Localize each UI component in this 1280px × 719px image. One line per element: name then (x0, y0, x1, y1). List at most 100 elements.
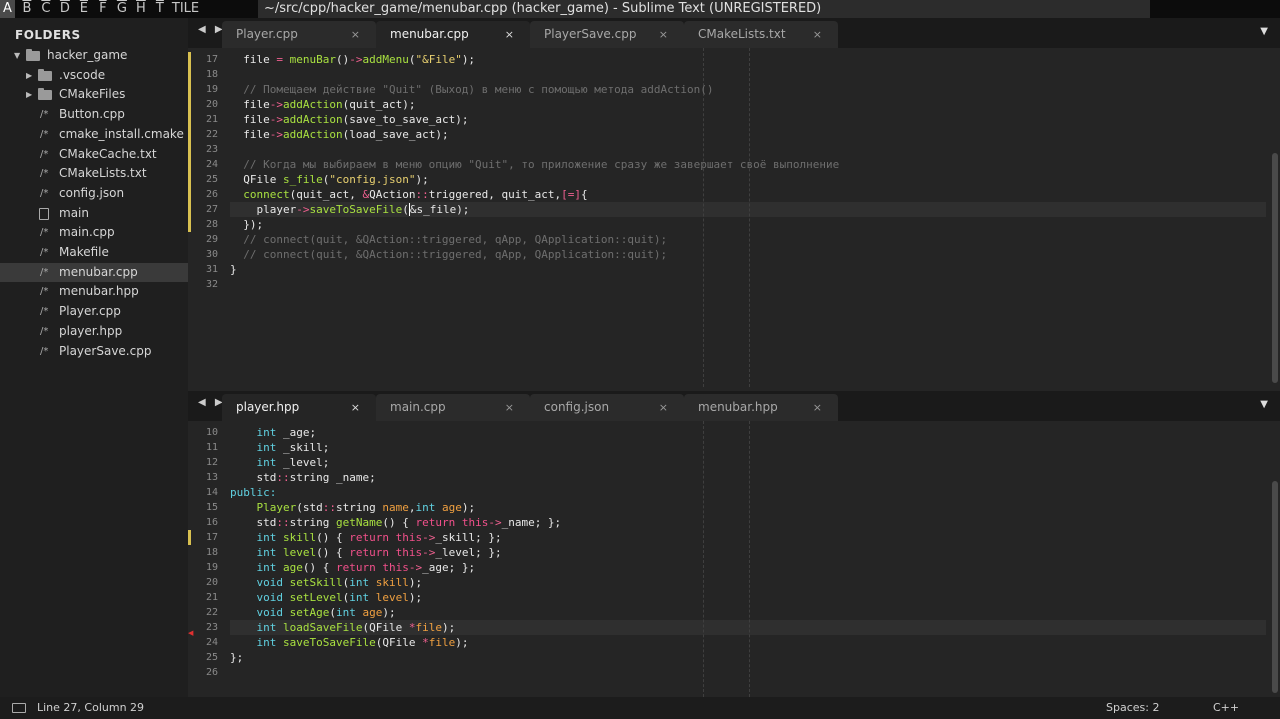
tab-menubar-cpp[interactable]: menubar.cpp × (376, 21, 530, 48)
code-line: } (230, 262, 237, 277)
code-token: getName (335, 516, 383, 529)
collapse-arrow-icon[interactable]: ▶ (26, 66, 32, 86)
code-token: return (349, 531, 389, 544)
tab-menubar-hpp[interactable]: menubar.hpp × (684, 394, 838, 421)
tab-player-cpp[interactable]: Player.cpp × (222, 21, 376, 48)
code-line: void setSkill(int skill); (230, 575, 423, 590)
panel-toggle-icon[interactable] (12, 703, 26, 713)
sidebar-item-player-cpp[interactable]: /* Player.cpp (0, 302, 188, 322)
code-line: int _skill; (230, 440, 330, 455)
tab-config-json[interactable]: config.json × (530, 394, 684, 421)
workspace-c[interactable]: C (39, 0, 53, 18)
indentation-setting[interactable]: Spaces: 2 (1106, 697, 1159, 719)
line-number-gutter: 10 11 12 13 14 15 16 17 18 19 20 21 22 23 24 25 26 ◀ (188, 421, 228, 697)
sidebar-item-cmakefiles[interactable]: ▶ CMakeFiles (0, 85, 188, 105)
modified-line-marker (188, 142, 191, 157)
code-token: int (256, 426, 277, 439)
sidebar-item-menubar-cpp[interactable]: /* menubar.cpp (0, 262, 188, 283)
code-token: _age; (276, 426, 317, 439)
code-line: }); (230, 217, 263, 232)
workspace-b[interactable]: B (20, 0, 34, 18)
workspace-h[interactable]: H (134, 0, 148, 18)
code-token: _name; }; (501, 516, 562, 529)
scrollbar[interactable] (1272, 153, 1278, 383)
sidebar-item-menubar-hpp[interactable]: /* menubar.hpp (0, 282, 188, 302)
code-line: int _age; (230, 425, 317, 440)
code-token: () { (316, 531, 350, 544)
sidebar-item-player-hpp[interactable]: /* player.hpp (0, 322, 188, 342)
close-icon[interactable]: × (813, 394, 822, 421)
workspace-tile[interactable]: TILE (172, 0, 199, 18)
sidebar-item-playersave-cpp[interactable]: /* PlayerSave.cpp (0, 342, 188, 362)
modified-line-marker (188, 67, 191, 82)
workspace-e[interactable]: E (77, 0, 91, 18)
syntax-setting[interactable]: C++ (1213, 697, 1239, 719)
code-token: file (230, 53, 277, 66)
workspace-f[interactable]: F (96, 0, 110, 18)
modified-line-marker (188, 112, 191, 127)
code-area[interactable]: file = menuBar()->addMenu("&File"); // П… (230, 48, 1260, 387)
sidebar-item-config-json[interactable]: /* config.json (0, 184, 188, 204)
code-token: string (336, 501, 383, 514)
tab-player-hpp[interactable]: player.hpp × (222, 394, 376, 421)
close-icon[interactable]: × (813, 21, 822, 48)
code-token: QFile (230, 173, 283, 186)
workspace-g[interactable]: G (115, 0, 129, 18)
sidebar-item-cmakelists-txt[interactable]: /* CMakeLists.txt (0, 164, 188, 184)
sidebar-item-makefile[interactable]: /* Makefile (0, 243, 188, 263)
workspace-t[interactable]: T (153, 0, 167, 18)
code-token: -> (422, 546, 436, 559)
code-token: (save_to_save_act); (342, 113, 469, 126)
expand-arrow-icon[interactable]: ▼ (14, 46, 20, 66)
tab-menu-icon[interactable]: ▼ (1260, 26, 1268, 37)
line-number: 32 (205, 279, 218, 290)
sidebar-item-label: .vscode (59, 67, 106, 82)
scrollbar[interactable] (1272, 481, 1278, 693)
code-file-icon: /* (40, 187, 49, 199)
tab-label: player.hpp (236, 400, 300, 414)
tab-main-cpp[interactable]: main.cpp × (376, 394, 530, 421)
sidebar-item-hacker-game[interactable]: ▼ hacker_game (0, 46, 188, 66)
workspace-switcher: A B C D E F G H T TILE (0, 0, 204, 18)
workspace-d[interactable]: D (58, 0, 72, 18)
code-token: :: (276, 516, 290, 529)
line-number: 25 (205, 652, 218, 663)
code-token: file (230, 113, 270, 126)
modified-line-marker (188, 97, 191, 112)
tab-playersave-cpp[interactable]: PlayerSave.cpp × (530, 21, 684, 48)
code-token: () { (382, 516, 416, 529)
workspace-a[interactable]: A (0, 0, 15, 18)
tab-menu-icon[interactable]: ▼ (1260, 399, 1268, 410)
modified-line-marker (188, 172, 191, 187)
collapse-arrow-icon[interactable]: ▶ (26, 85, 32, 105)
code-token: int (256, 546, 277, 559)
close-icon[interactable]: × (505, 21, 514, 48)
code-token: -> (269, 128, 283, 141)
code-line: int loadSaveFile(QFile *file); (230, 620, 456, 635)
line-number: 17 (205, 532, 218, 543)
close-icon[interactable]: × (351, 21, 360, 48)
code-token: (load_save_act); (342, 128, 449, 141)
line-number: 25 (205, 174, 218, 185)
close-icon[interactable]: × (659, 21, 668, 48)
sidebar-item-button-cpp[interactable]: /* Button.cpp (0, 105, 188, 125)
sidebar-item-main-cpp[interactable]: /* main.cpp (0, 223, 188, 243)
sidebar-item-main[interactable]: main (0, 204, 188, 224)
sidebar-item-cmake-install-cmake[interactable]: /* cmake_install.cmake (0, 125, 188, 145)
close-icon[interactable]: × (505, 394, 514, 421)
code-line: int age() { return this->_age; }; (230, 560, 476, 575)
modified-line-marker (188, 217, 191, 232)
cursor-position: Line 27, Column 29 (37, 701, 145, 714)
sidebar-item-vscode[interactable]: ▶ .vscode (0, 66, 188, 86)
close-icon[interactable]: × (351, 394, 360, 421)
sidebar-item-label: menubar.cpp (59, 264, 138, 279)
sidebar-item-cmakecache-txt[interactable]: /* CMakeCache.txt (0, 145, 188, 165)
code-area[interactable]: int _age; int _skill; int _level; std::s… (230, 421, 1260, 697)
code-line: file->addAction(quit_act); (230, 97, 415, 112)
tab-cmakelists-txt[interactable]: CMakeLists.txt × (684, 21, 838, 48)
sidebar-item-label: CMakeFiles (59, 87, 126, 102)
close-icon[interactable]: × (659, 394, 668, 421)
